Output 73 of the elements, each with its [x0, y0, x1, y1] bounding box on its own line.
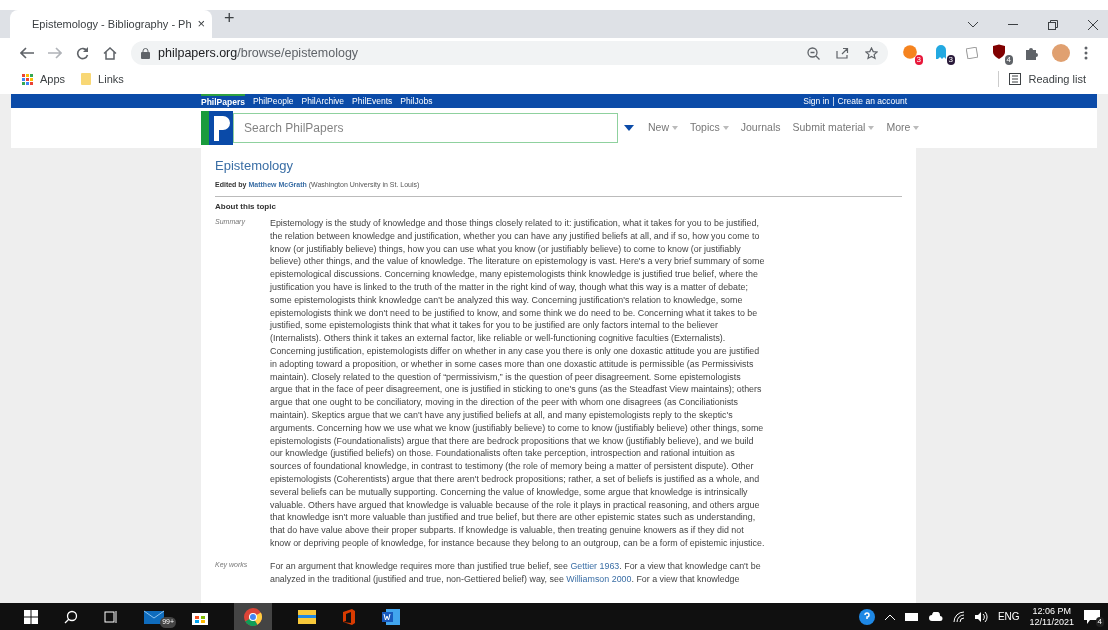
language-indicator[interactable]: ENG — [997, 609, 1020, 624]
extension-badge: 4 — [1004, 55, 1013, 65]
star-icon[interactable] — [865, 46, 878, 60]
section-heading: About this topic — [215, 201, 277, 213]
menu-item[interactable]: Submit material — [792, 120, 875, 136]
home-icon[interactable] — [103, 46, 117, 60]
help-icon[interactable] — [858, 608, 875, 625]
menu-item[interactable]: Topics — [690, 120, 729, 136]
extension-icon[interactable] — [966, 47, 978, 59]
apps-grid-icon[interactable] — [22, 73, 33, 85]
key-works-paragraph: For an argument that knowledge requires more than justified true belief, see Gettier 1963. For a view that knowledge can't be analyzed in the traditional (justified and true, non-Gettiered belief) way, see Williamson 2000. For a view that knowledge — [270, 559, 762, 586]
notification-badge: 4 — [1095, 616, 1104, 627]
caret-down-icon — [868, 126, 875, 130]
zoom-out-icon[interactable] — [807, 46, 820, 60]
folder-icon[interactable] — [298, 609, 316, 624]
cloud-icon[interactable] — [928, 612, 943, 621]
reading-list-link[interactable]: Reading list — [1028, 70, 1086, 88]
restore-icon[interactable] — [1048, 20, 1058, 30]
search-icon[interactable] — [64, 609, 78, 624]
site-nav-link[interactable]: PhilJobs — [400, 94, 433, 108]
task-view-icon[interactable] — [104, 610, 118, 623]
caret-down-icon — [722, 126, 729, 130]
address-bar[interactable]: philpapers.org/browse/epistemology — [131, 41, 888, 65]
close-icon[interactable] — [1088, 20, 1098, 30]
menu-item[interactable]: More — [886, 120, 920, 136]
chrome-icon — [244, 607, 262, 626]
lock-icon — [141, 47, 150, 59]
share-icon[interactable] — [836, 47, 849, 59]
reload-icon[interactable] — [76, 46, 89, 60]
battery-icon[interactable] — [904, 612, 919, 621]
bookmark-link[interactable]: Links — [98, 70, 124, 88]
extension-badge: 3 — [914, 55, 923, 65]
bookmark-link[interactable]: Apps — [40, 70, 66, 88]
search-field[interactable]: Search PhilPapers — [233, 113, 618, 143]
create-account-link[interactable]: Create an account — [837, 94, 907, 108]
clock-time[interactable]: 12:06 PM — [1032, 605, 1072, 617]
chrome-taskbar-button[interactable] — [234, 603, 272, 630]
site-nav-link[interactable]: PhilEvents — [352, 94, 393, 108]
extension-badge: 3 — [946, 55, 955, 65]
speaker-icon[interactable] — [974, 611, 988, 622]
clock-date[interactable]: 12/11/2021 — [1029, 616, 1074, 628]
reading-list-icon[interactable] — [1008, 73, 1021, 85]
shield-icon[interactable] — [992, 44, 1006, 60]
menu-item[interactable]: New — [648, 120, 678, 136]
tab-title: Epistemology - Bibliography - Ph — [32, 16, 192, 32]
caret-down-icon — [913, 126, 920, 130]
separator: | — [832, 94, 835, 108]
menu-item[interactable]: Journals — [740, 120, 781, 136]
caret-down-icon[interactable] — [624, 125, 634, 131]
ghost-icon[interactable] — [934, 44, 948, 60]
wifi-icon[interactable] — [952, 610, 965, 623]
extension-icon[interactable] — [902, 44, 918, 60]
site-nav-link[interactable]: PhilArchive — [301, 94, 345, 108]
sign-in-link[interactable]: Sign in — [803, 94, 830, 108]
new-tab-button[interactable]: + — [224, 5, 235, 32]
puzzle-icon[interactable] — [1024, 46, 1038, 60]
summary-paragraph: Epistemology is the study of knowledge and those things closely related to it: justification, what it takes for you to be justified, the relation between knowledge and justification, whether you can have any justified beliefs at all, and if so, how you come to know (or justifiably believe) things, how you can use what you know (or justifiably believe) to come to know (or justifiably believe) other things, and the value of knowledge. The literature on epistemology is vast. Here's a very brief summary of some epistemological discussions. Concerning knowledge, many epistemologists think knowledge is justified true belief, where the justification you have is linked to the truth of the matter in the right kind of way, though what this way is a matter of debate; some epistemologists think knowledge can't be analyzed this way. Concerning justification's relation to knowledge, some epistemologists think we don't need to be justified to know, and some think we do need to be. Concerning what it takes to be justified, some epistemologists think that what it takes for you to be justified are only factors internal to the believer (Internalists). Others think it takes an external factor, like reliable or well-functioning cognitive faculties (Externalists). Concerning justification, epistemologists differ on whether in any case you there is only one doxastic attitude you are justified in adopting toward a proposition, or whether in some cases more than one doxastic attitude is permissible (as Permissivists maintain). Closely related to the question of “permissivism,” is the question of peer disagreement. Some epistemologists argue that in the face of peer disagreement, one is justified in sticking to one's guns (as the Steadfast View maintains); others argue that one ought to be conciliatory, moving in the direction of the peer with whom one disagrees (as Conciliationists maintain). Skeptics argue that we can't have any justified beliefs at all, and many epistemologists reply to the skeptic's arguments. Concerning how we use what we know (justifiably believe) to come to know (justifiably believe) other things, some epistemologists (Foundationalists) argue that there are bedrock propositions that we know (justifiably believe), and we build our knowledge (justified beliefs) on those. Foundationalists often take perception, introspection and rational intuition as sources of foundational knowledge, in contrast to testimony (the role of memory being a matter of persistent dispute). Other epistemologists (Coherentists) argue that there aren't bedrock propositions; rather, a set of beliefs is justified as a whole, and several beliefs can be mutually supporting. Concerning the value of knowledge, some argue that knowledge is intrinsically valuable. Others have argued that knowledge is valuable because of the role it plays in practical reasoning, and others argue that knowledge isn't more valuable than justified and true belief, but there are other epistemic states such as understanding, that do have value above their proper subparts. If knowledge is valuable, then treating genuine knowers as if they did not know or depriving people of knowledge, for instance because they belong to an outgroup, can be a form of epistemic injustice. — [270, 217, 765, 550]
url-text: philpapers.org/browse/epistemology — [158, 44, 359, 62]
caret-down-icon — [672, 126, 678, 130]
office-icon[interactable] — [342, 608, 356, 625]
back-icon[interactable] — [20, 47, 34, 59]
philpapers-logo-icon — [201, 111, 233, 145]
notification-icon[interactable] — [1084, 609, 1100, 624]
tab-close-button[interactable]: × — [197, 14, 206, 34]
browser-tab[interactable]: Epistemology - Bibliography - Ph × — [10, 10, 212, 38]
windows-start-icon[interactable] — [24, 609, 38, 624]
minimize-icon[interactable] — [1008, 24, 1018, 26]
topic-title: Epistemology — [215, 157, 295, 175]
word-icon[interactable] — [382, 608, 400, 625]
chevron-down-icon[interactable] — [968, 22, 978, 28]
site-nav-link[interactable]: PhilPeople — [252, 94, 294, 108]
more-icon[interactable] — [1084, 46, 1088, 60]
chevron-up-icon[interactable] — [884, 613, 895, 620]
